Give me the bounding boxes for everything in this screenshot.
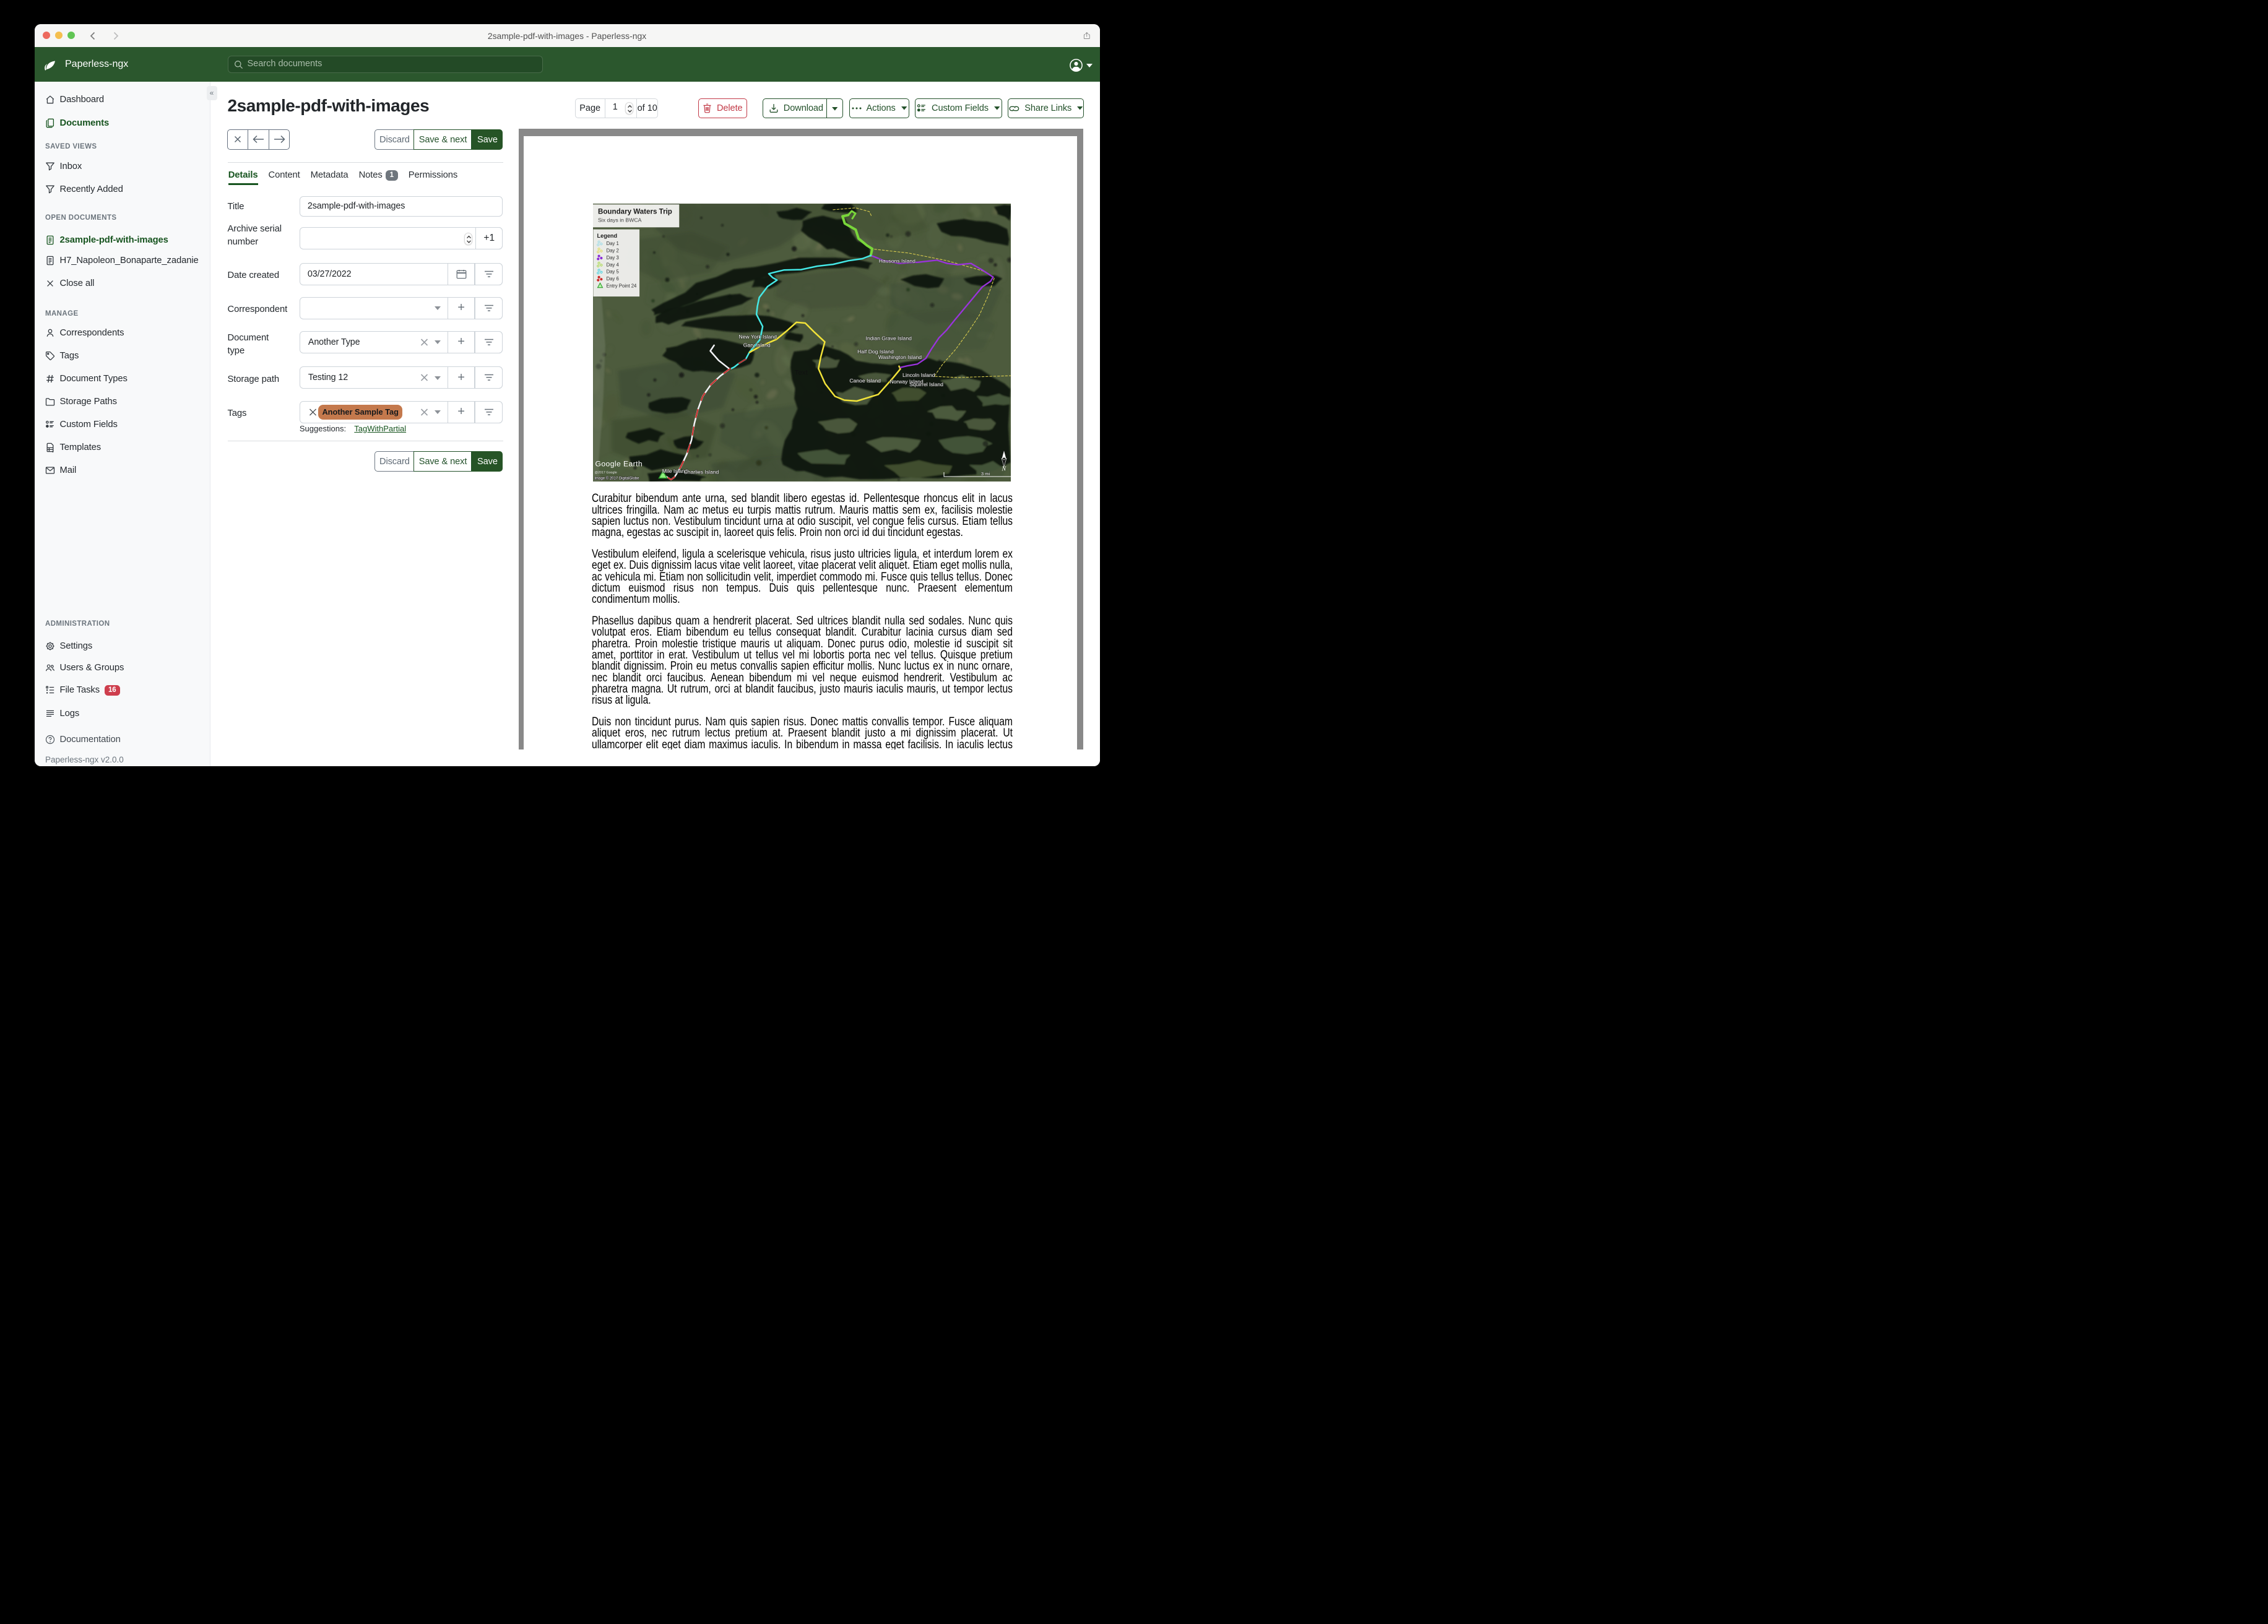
svg-text:Day 5: Day 5 (606, 269, 618, 275)
svg-text:Entry Point 24: Entry Point 24 (606, 283, 637, 288)
svg-text:Lincoln Island: Lincoln Island (902, 372, 935, 378)
svg-text:Indian Grave Island: Indian Grave Island (865, 335, 912, 342)
svg-text:Text: Text (794, 369, 808, 376)
svg-text:Image © 2017 DigitalGlobe: Image © 2017 DigitalGlobe (594, 476, 639, 480)
svg-text:@2017 Google: @2017 Google (594, 471, 617, 475)
svg-text:Legend: Legend (597, 233, 617, 239)
svg-text:3 mi: 3 mi (980, 471, 990, 477)
svg-text:Washington Island: Washington Island (878, 354, 921, 360)
svg-text:Google Earth: Google Earth (595, 459, 643, 468)
svg-text:Day 6: Day 6 (606, 276, 618, 282)
svg-text:Squirrel Island: Squirrel Island (909, 381, 943, 387)
svg-text:Gary Island: Gary Island (743, 342, 770, 348)
svg-text:Day 3: Day 3 (606, 255, 618, 261)
svg-text:Canoe Island: Canoe Island (849, 378, 881, 384)
svg-text:Boundary Waters Trip: Boundary Waters Trip (598, 208, 672, 215)
svg-text:N: N (1001, 465, 1006, 472)
svg-text:Day 4: Day 4 (606, 262, 619, 267)
svg-text:Charlies Island: Charlies Island (683, 469, 719, 475)
svg-text:Hausons Island: Hausons Island (878, 257, 915, 264)
svg-text:Six days in BWCA: Six days in BWCA (598, 217, 642, 223)
svg-text:Day 1: Day 1 (606, 241, 618, 246)
svg-text:Day 2: Day 2 (606, 248, 618, 253)
svg-text:New York Island: New York Island (738, 334, 777, 340)
